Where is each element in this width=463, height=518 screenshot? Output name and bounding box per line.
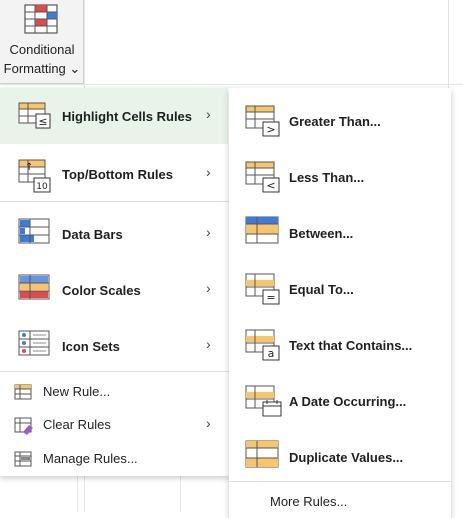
less-than-icon: < xyxy=(245,161,280,193)
conditional-formatting-menu: ≤ Highlight Cells Rules › ↑ 10 Top/Botto… xyxy=(0,88,230,476)
menu-item-label: New Rule... xyxy=(43,384,111,399)
submenu-item-label: Greater Than... xyxy=(289,114,381,129)
submenu-item-duplicate-values[interactable]: Duplicate Values... xyxy=(229,428,451,484)
menu-item-manage-rules[interactable]: Manage Rules... xyxy=(0,444,228,474)
svg-text:10: 10 xyxy=(36,182,48,192)
menu-item-label: Clear Rules xyxy=(43,417,111,432)
menu-divider xyxy=(0,371,230,372)
svg-text:=: = xyxy=(266,291,275,304)
chevron-right-icon: › xyxy=(206,224,211,240)
svg-text:≤: ≤ xyxy=(38,115,47,128)
icon-sets-icon xyxy=(18,330,50,356)
equal-to-icon: = xyxy=(245,273,280,305)
clear-rules-icon xyxy=(14,417,33,435)
conditional-formatting-icon xyxy=(24,4,58,34)
menu-item-clear-rules[interactable]: Clear Rules › xyxy=(0,410,228,440)
menu-item-label: Top/Bottom Rules xyxy=(62,167,173,182)
menu-item-label: Icon Sets xyxy=(62,339,120,354)
menu-item-highlight-cells-rules[interactable]: ≤ Highlight Cells Rules › xyxy=(0,88,228,144)
manage-rules-icon xyxy=(14,451,32,467)
submenu-item-label: Equal To... xyxy=(289,282,354,297)
submenu-item-equal-to[interactable]: = Equal To... xyxy=(229,260,451,316)
menu-item-top-bottom-rules[interactable]: ↑ 10 Top/Bottom Rules › xyxy=(0,146,228,202)
submenu-item-label: Between... xyxy=(289,226,354,241)
data-bars-icon xyxy=(18,218,50,244)
menu-divider xyxy=(0,201,230,202)
button-label-line2: Formatting ⌄ xyxy=(3,61,81,76)
submenu-item-label: A Date Occurring... xyxy=(289,394,407,409)
button-label-line1: Conditional xyxy=(9,42,75,57)
menu-item-label: Manage Rules... xyxy=(43,451,138,466)
submenu-item-date-occurring[interactable]: A Date Occurring... xyxy=(229,372,451,428)
chevron-right-icon: › xyxy=(206,336,211,352)
menu-item-icon-sets[interactable]: Icon Sets › xyxy=(0,316,228,372)
text-contains-icon: a xyxy=(245,329,280,361)
top-bottom-icon: ↑ 10 xyxy=(18,159,51,193)
submenu-divider xyxy=(229,481,451,482)
chevron-down-icon: ⌄ xyxy=(69,61,81,76)
chevron-right-icon: › xyxy=(206,415,211,431)
chevron-right-icon: › xyxy=(206,280,211,296)
highlight-cells-icon: ≤ xyxy=(18,102,51,129)
submenu-item-label: Text that Contains... xyxy=(289,338,413,353)
menu-item-data-bars[interactable]: Data Bars › xyxy=(0,204,228,260)
submenu-item-label: Less Than... xyxy=(289,170,365,185)
between-icon xyxy=(245,216,279,244)
more-rules-item[interactable]: More Rules... xyxy=(270,494,347,509)
menu-item-new-rule[interactable]: New Rule... xyxy=(0,377,228,407)
new-rule-icon xyxy=(14,384,32,400)
svg-text:>: > xyxy=(266,123,275,136)
highlight-cells-submenu: > Greater Than... < Less Than... Between… xyxy=(229,88,451,518)
submenu-item-label: Duplicate Values... xyxy=(289,450,404,465)
chevron-right-icon: › xyxy=(206,106,211,122)
submenu-item-less-than[interactable]: < Less Than... xyxy=(229,148,451,204)
greater-than-icon: > xyxy=(245,105,280,137)
duplicate-values-icon xyxy=(245,440,279,468)
menu-item-label: Color Scales xyxy=(62,283,141,298)
menu-item-color-scales[interactable]: Color Scales › xyxy=(0,260,228,316)
menu-item-label: Highlight Cells Rules xyxy=(62,109,193,124)
chevron-right-icon: › xyxy=(206,164,211,180)
svg-text:<: < xyxy=(266,179,275,192)
submenu-item-between[interactable]: Between... xyxy=(229,204,451,260)
menu-item-label: Data Bars xyxy=(62,227,123,242)
date-occurring-icon xyxy=(245,385,282,417)
submenu-item-greater-than[interactable]: > Greater Than... xyxy=(229,92,451,148)
svg-text:↑: ↑ xyxy=(25,162,33,173)
color-scales-icon xyxy=(18,274,50,300)
submenu-item-text-contains[interactable]: a Text that Contains... xyxy=(229,316,451,372)
conditional-formatting-button[interactable]: Conditional Formatting ⌄ xyxy=(0,0,84,84)
svg-text:a: a xyxy=(268,347,275,360)
